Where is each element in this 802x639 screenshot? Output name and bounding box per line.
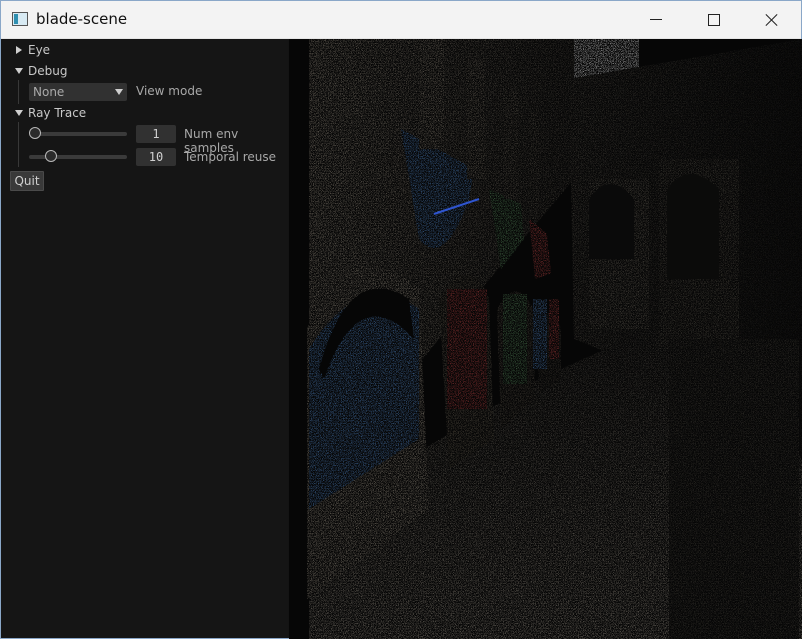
maximize-button[interactable] bbox=[685, 1, 743, 38]
render-viewport[interactable] bbox=[289, 39, 802, 639]
expanded-arrow-icon bbox=[14, 65, 26, 77]
app-window: blade-scene Eye Debug None View mode Ray… bbox=[0, 0, 802, 639]
title-bar[interactable]: blade-scene bbox=[1, 1, 801, 39]
num-env-samples-slider[interactable] bbox=[29, 127, 127, 141]
minimize-button[interactable] bbox=[627, 1, 685, 38]
num-env-samples-input[interactable]: 1 bbox=[136, 125, 176, 143]
tree-node-eye[interactable]: Eye bbox=[1, 41, 50, 59]
tree-label-ray-trace: Ray Trace bbox=[28, 106, 87, 120]
rendered-sponza-scene bbox=[289, 39, 802, 639]
close-icon bbox=[765, 13, 779, 27]
debug-panel: Eye Debug None View mode Ray Trace 1 Num… bbox=[1, 39, 288, 638]
app-icon bbox=[12, 12, 28, 26]
slider-track bbox=[29, 132, 127, 136]
tree-node-debug[interactable]: Debug bbox=[1, 62, 67, 80]
noisy-geometry bbox=[307, 39, 802, 639]
tree-label-eye: Eye bbox=[28, 43, 51, 57]
window-title: blade-scene bbox=[36, 10, 128, 28]
close-button[interactable] bbox=[743, 1, 801, 38]
slider-track bbox=[29, 155, 127, 159]
view-mode-combo[interactable]: None bbox=[29, 83, 127, 101]
tree-node-ray-trace[interactable]: Ray Trace bbox=[1, 104, 86, 122]
temporal-reuse-label: Temporal reuse bbox=[184, 150, 277, 164]
slider-thumb[interactable] bbox=[29, 127, 41, 139]
expanded-arrow-icon bbox=[14, 107, 26, 119]
temporal-reuse-input[interactable]: 10 bbox=[136, 148, 176, 166]
temporal-reuse-slider[interactable] bbox=[29, 150, 127, 164]
quit-button[interactable]: Quit bbox=[10, 171, 44, 191]
minimize-icon bbox=[650, 19, 662, 20]
tree-indent-line bbox=[18, 122, 19, 167]
slider-thumb[interactable] bbox=[45, 150, 57, 162]
tree-label-debug: Debug bbox=[28, 64, 68, 78]
dropdown-arrow-icon bbox=[115, 89, 123, 95]
view-mode-value: None bbox=[33, 85, 65, 99]
collapsed-arrow-icon bbox=[14, 44, 26, 56]
view-mode-label: View mode bbox=[136, 84, 203, 98]
tree-indent-line bbox=[18, 80, 19, 104]
maximize-icon bbox=[708, 13, 720, 26]
